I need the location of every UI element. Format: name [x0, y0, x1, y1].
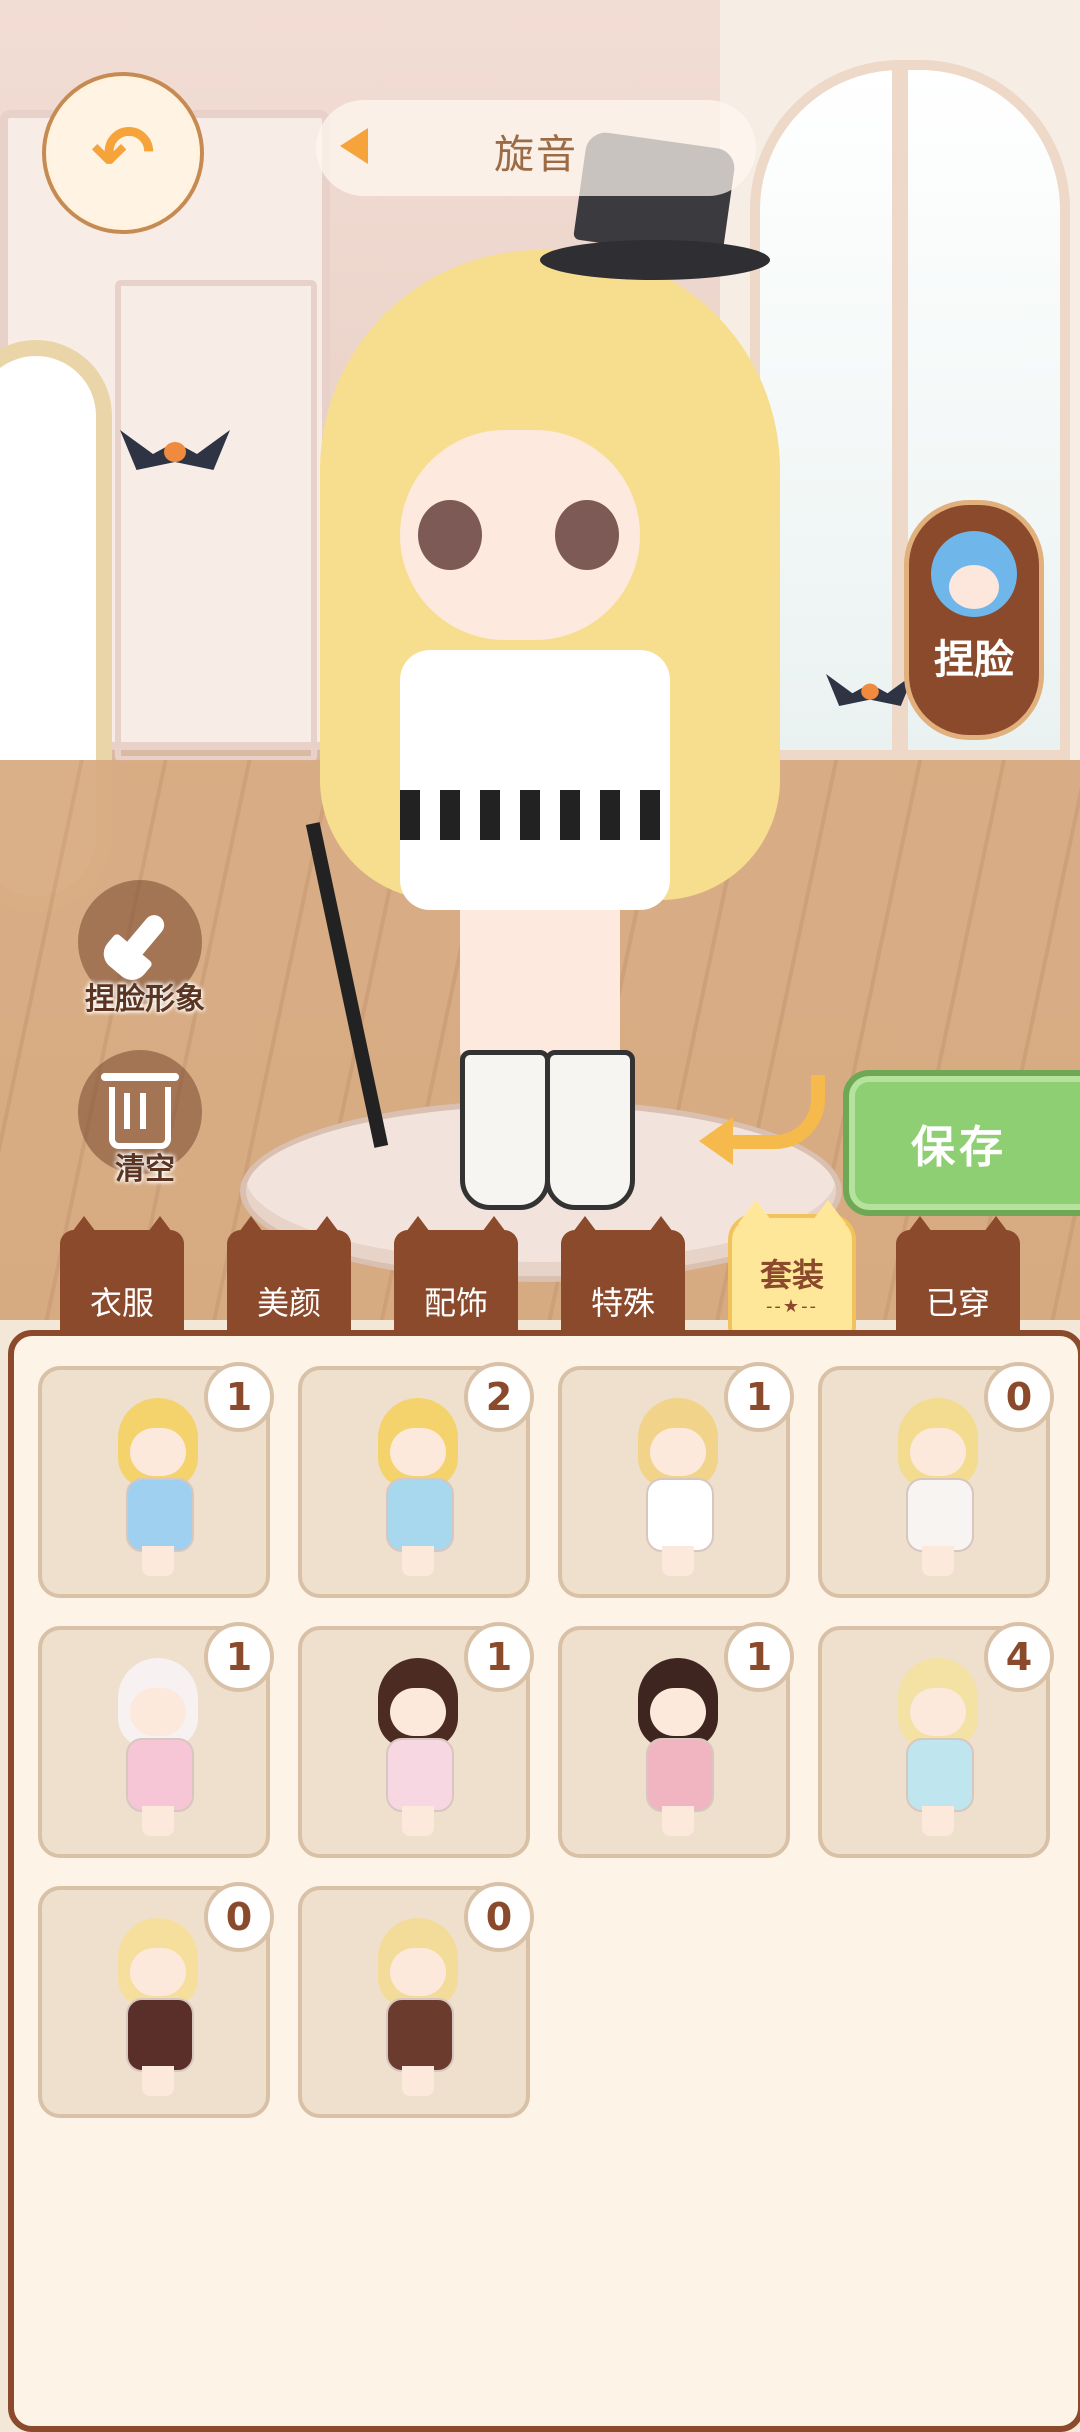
thumb-outfit: [646, 1738, 714, 1812]
tab-label: 配饰: [423, 1284, 488, 1322]
outfit-card[interactable]: 0: [298, 1882, 534, 2118]
outfit-thumbnail: [368, 1918, 468, 2098]
outfit-thumbnail: [628, 1658, 728, 1838]
rotate-character-icon[interactable]: [699, 1075, 825, 1165]
back-arrow-icon: ↶: [91, 108, 155, 197]
character-eye: [555, 500, 619, 570]
thumb-face: [650, 1428, 706, 1476]
face-avatar-icon: [931, 531, 1017, 617]
owned-count-badge: 1: [464, 1622, 534, 1692]
thumb-legs: [402, 1546, 434, 1576]
outfit-thumbnail: [108, 1398, 208, 1578]
character-legs: [460, 910, 620, 1070]
pinch-face-look-label: 捏脸形象: [85, 982, 205, 1017]
outfit-thumbnail: [368, 1658, 468, 1838]
thumb-face: [650, 1688, 706, 1736]
tab-accessories[interactable]: 配饰: [394, 1216, 518, 1340]
tab-label: 衣服: [89, 1284, 154, 1322]
outfit-thumbnail: [368, 1398, 468, 1578]
back-button[interactable]: ↶: [42, 72, 204, 234]
thumb-face: [130, 1688, 186, 1736]
outfit-thumbnail: [108, 1918, 208, 2098]
thumb-outfit: [906, 1478, 974, 1552]
tab-beauty[interactable]: 美颜: [227, 1216, 351, 1340]
thumb-legs: [402, 2066, 434, 2096]
tab-label: 特殊: [590, 1284, 655, 1322]
thumb-face: [910, 1428, 966, 1476]
trash-icon: [101, 1073, 179, 1149]
thumb-legs: [662, 1806, 694, 1836]
thumb-legs: [402, 1806, 434, 1836]
outfit-card[interactable]: 1: [558, 1362, 794, 1598]
tab-label: 套装: [759, 1255, 824, 1294]
category-tabs: 衣服 美颜 配饰 特殊 套装 --★-- 已穿: [0, 1200, 1080, 1352]
outfit-thumbnail: [628, 1398, 728, 1578]
owned-count-badge: 0: [204, 1882, 274, 1952]
thumb-outfit: [386, 1478, 454, 1552]
thumb-outfit: [906, 1738, 974, 1812]
outfit-card[interactable]: 1: [298, 1622, 534, 1858]
save-label: 保存: [911, 1122, 1007, 1173]
owned-count-badge: 1: [204, 1362, 274, 1432]
thumb-legs: [662, 1546, 694, 1576]
thumb-legs: [922, 1806, 954, 1836]
bat-decoration-icon: [826, 666, 914, 714]
thumb-face: [390, 1688, 446, 1736]
pinch-face-label: 捏脸: [934, 637, 1014, 683]
clear-label: 清空: [115, 1152, 175, 1187]
thumb-outfit: [646, 1478, 714, 1552]
owned-count-badge: 0: [464, 1882, 534, 1952]
owned-count-badge: 1: [204, 1622, 274, 1692]
outfit-card[interactable]: 0: [38, 1882, 274, 2118]
bat-decoration-icon: [120, 420, 230, 480]
thumb-outfit: [126, 1478, 194, 1552]
outfit-card[interactable]: 4: [818, 1622, 1054, 1858]
character-eye: [418, 500, 482, 570]
tab-worn[interactable]: 已穿: [896, 1216, 1020, 1340]
music-title: 旋音: [494, 132, 578, 178]
thumb-legs: [142, 2066, 174, 2096]
thumb-face: [130, 1428, 186, 1476]
tab-clothes[interactable]: 衣服: [60, 1216, 184, 1340]
thumb-legs: [922, 1546, 954, 1576]
outfit-card[interactable]: 2: [298, 1362, 534, 1598]
outfit-card[interactable]: 1: [38, 1622, 274, 1858]
character-boot: [460, 1050, 550, 1210]
thumb-face: [130, 1948, 186, 1996]
music-player-bar[interactable]: 旋音: [316, 100, 756, 196]
outfit-thumbnail: [888, 1398, 988, 1578]
owned-count-badge: 0: [984, 1362, 1054, 1432]
pinch-face-button[interactable]: 捏脸: [904, 500, 1044, 740]
thumb-face: [910, 1688, 966, 1736]
outfit-thumbnail: [108, 1658, 208, 1838]
save-button[interactable]: 保存: [843, 1070, 1080, 1216]
owned-count-badge: 4: [984, 1622, 1054, 1692]
outfit-card[interactable]: 1: [558, 1622, 794, 1858]
outfit-card[interactable]: 1: [38, 1362, 274, 1598]
thumb-legs: [142, 1806, 174, 1836]
checkered-sash: [400, 790, 670, 840]
owned-count-badge: 1: [724, 1622, 794, 1692]
thumb-outfit: [126, 1738, 194, 1812]
tab-label: 已穿: [925, 1284, 990, 1322]
outfit-card[interactable]: 0: [818, 1362, 1054, 1598]
character-outfit: [400, 650, 670, 910]
thumb-outfit: [386, 1998, 454, 2072]
outfit-panel: 1 2 1 0 1 1 1 4 0 0: [8, 1330, 1080, 2432]
thumb-legs: [142, 1546, 174, 1576]
outfit-thumbnail: [888, 1658, 988, 1838]
thumb-face: [390, 1428, 446, 1476]
tab-label: 美颜: [256, 1284, 321, 1322]
owned-count-badge: 1: [724, 1362, 794, 1432]
star-decoration-icon: --★--: [765, 1295, 819, 1317]
avatar-character[interactable]: [305, 130, 780, 1210]
thumb-outfit: [386, 1738, 454, 1812]
owned-count-badge: 2: [464, 1362, 534, 1432]
broom-icon: [111, 911, 169, 973]
thumb-face: [390, 1948, 446, 1996]
character-boot: [545, 1050, 635, 1210]
tab-special[interactable]: 特殊: [561, 1216, 685, 1340]
thumb-outfit: [126, 1998, 194, 2072]
